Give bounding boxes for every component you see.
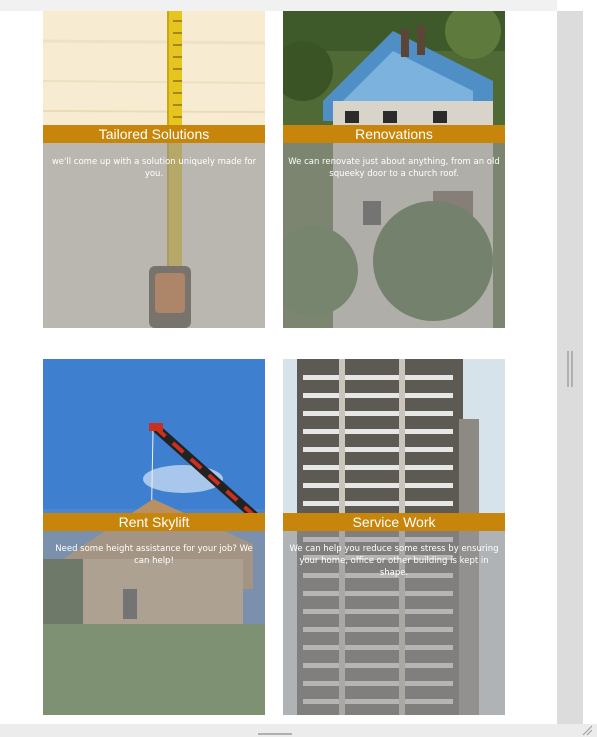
service-description: Need some height assistance for your job… <box>55 544 253 566</box>
service-title: Rent Skylift <box>43 513 265 531</box>
service-card-service-work[interactable]: Service Work We can help you reduce some… <box>283 359 505 715</box>
bottom-bar <box>0 724 597 737</box>
service-description: We can renovate just about anything, fro… <box>288 157 500 179</box>
service-card-rent-skylift[interactable]: Rent Skylift Need some height assistance… <box>43 359 265 715</box>
service-title: Renovations <box>283 125 505 143</box>
service-card-tailored-solutions[interactable]: Tailored Solutions we'll come up with a … <box>43 11 265 328</box>
service-card-renovations[interactable]: Renovations We can renovate just about a… <box>283 11 505 328</box>
scrollbar-grip-icon[interactable] <box>567 351 573 387</box>
service-description: we'll come up with a solution uniquely m… <box>51 157 257 179</box>
top-strip <box>0 0 557 11</box>
resize-grip-icon[interactable] <box>581 724 593 736</box>
service-title: Service Work <box>283 513 505 531</box>
service-title: Tailored Solutions <box>43 125 265 143</box>
service-description: We can help you reduce some stress by en… <box>289 544 499 578</box>
drag-handle-icon[interactable] <box>258 733 292 735</box>
vertical-scrollbar[interactable] <box>557 11 583 724</box>
page-viewport: Tailored Solutions we'll come up with a … <box>0 0 557 724</box>
